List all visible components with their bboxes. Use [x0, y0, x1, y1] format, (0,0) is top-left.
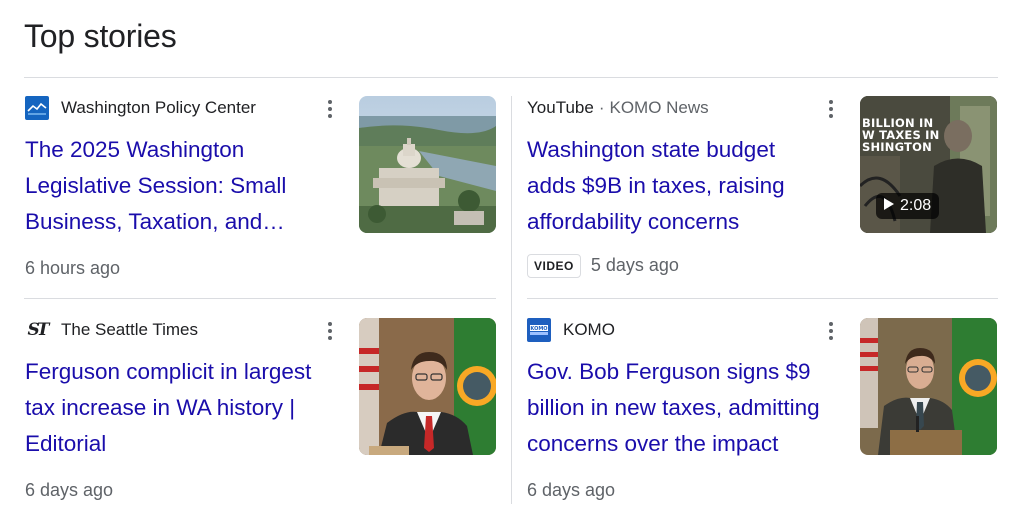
more-options-icon[interactable] — [320, 98, 340, 120]
section-title: Top stories — [24, 18, 177, 54]
story-time: 6 days ago — [527, 480, 616, 500]
row-divider-left — [24, 298, 496, 299]
story-headline[interactable]: Ferguson complicit in largest tax increa… — [25, 354, 325, 462]
story-card-4[interactable]: KOMO KOMO Gov. Bob Ferguson signs $9 bil… — [527, 318, 998, 508]
komo-news-logo: KOMO — [527, 318, 551, 342]
capitol-aerial-image[interactable] — [359, 96, 496, 233]
svg-text:KOMO: KOMO — [530, 326, 547, 332]
source-name: KOMO News — [609, 98, 709, 117]
story-source: ST The Seattle Times — [25, 318, 198, 342]
story-time: 6 days ago — [25, 480, 114, 500]
source-platform: YouTube — [527, 98, 594, 117]
story-card-3[interactable]: ST The Seattle Times Ferguson complicit … — [25, 318, 497, 508]
news-video-thumbnail[interactable]: BILLION IN W TAXES IN SHINGTON 2:08 — [860, 96, 997, 233]
story-source: YouTube · KOMO News — [527, 96, 709, 120]
story-meta: VIDEO 5 days ago — [527, 254, 679, 278]
source-separator: · — [598, 98, 605, 117]
source-name: The Seattle Times — [61, 320, 199, 339]
ferguson-podium-image[interactable] — [860, 318, 997, 455]
story-headline[interactable]: Washington state budget adds $9B in taxe… — [527, 132, 827, 240]
video-duration: 2:08 — [900, 197, 932, 214]
video-badge: VIDEO — [527, 254, 581, 278]
washington-policy-center-logo — [25, 96, 49, 120]
play-icon — [884, 197, 894, 215]
story-time: 6 hours ago — [25, 258, 121, 278]
story-source: KOMO KOMO — [527, 318, 615, 342]
story-time: 5 days ago — [590, 254, 679, 275]
story-source: Washington Policy Center — [25, 96, 256, 120]
video-duration-overlay: 2:08 — [876, 193, 940, 219]
more-options-icon[interactable] — [320, 320, 340, 342]
story-card-1[interactable]: Washington Policy Center The 2025 Washin… — [25, 96, 497, 286]
top-divider — [24, 77, 998, 78]
more-options-icon[interactable] — [821, 320, 841, 342]
row-divider-right — [527, 298, 998, 299]
ferguson-portrait-image[interactable] — [359, 318, 496, 455]
thumbnail-caption: BILLION IN W TAXES IN SHINGTON — [862, 116, 940, 154]
story-card-2[interactable]: YouTube · KOMO News Washington state bud… — [527, 96, 998, 286]
story-headline[interactable]: Gov. Bob Ferguson signs $9 billion in ne… — [527, 354, 827, 462]
column-divider — [511, 96, 512, 504]
more-options-icon[interactable] — [821, 98, 841, 120]
source-name: Washington Policy Center — [61, 98, 256, 117]
story-headline[interactable]: The 2025 Washington Legislative Session:… — [25, 132, 325, 240]
source-name: KOMO — [563, 320, 615, 339]
seattle-times-logo: ST — [27, 320, 50, 340]
